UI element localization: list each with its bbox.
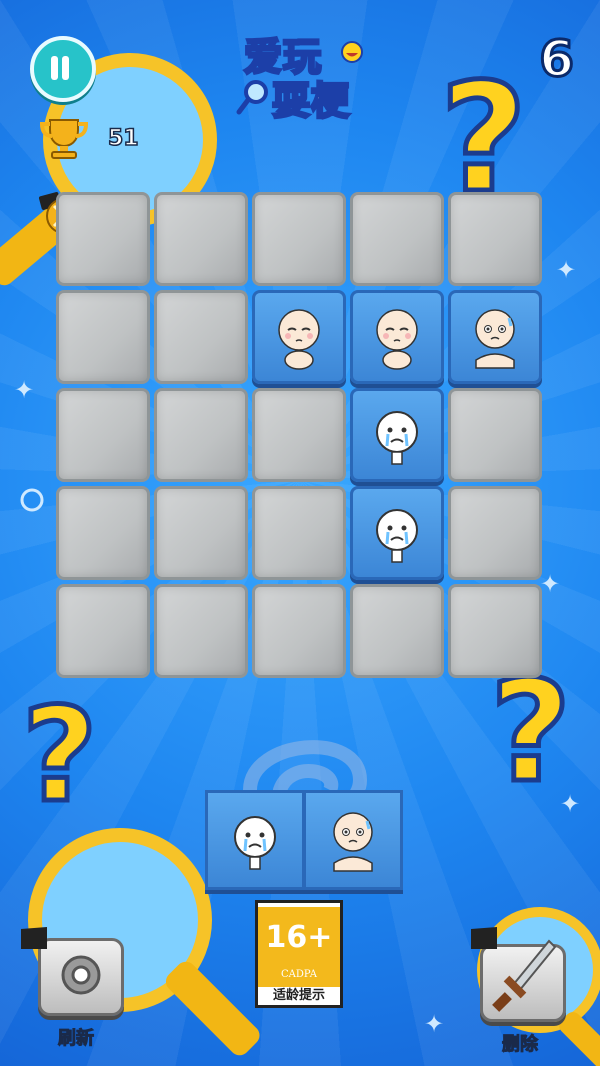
crying-face-icon — [376, 509, 418, 563]
clapperboard-icon — [21, 927, 47, 949]
board-stone-cell — [448, 584, 542, 678]
board-stone-cell — [350, 192, 444, 286]
board-tile-sad-shy[interactable] — [252, 290, 346, 384]
board-stone-cell — [154, 192, 248, 286]
selection-tray — [205, 790, 405, 890]
board-stone-cell — [56, 486, 150, 580]
gear-icon — [61, 955, 101, 995]
delete-button[interactable] — [471, 927, 566, 1022]
tray-tile-crying[interactable] — [205, 790, 305, 890]
board-tile-sad-shy[interactable] — [350, 290, 444, 384]
svg-text:?: ? — [22, 680, 97, 810]
sword-icon — [492, 939, 557, 1012]
trophy-icon — [39, 119, 89, 159]
worried-arms-crossed-face-icon — [333, 812, 373, 872]
age-rating-tip: 适龄提示 — [272, 988, 325, 1003]
board-stone-cell — [448, 192, 542, 286]
board-tile-worried-arms-crossed[interactable] — [448, 290, 542, 384]
board-stone-cell — [154, 290, 248, 384]
crying-face-icon — [376, 411, 418, 465]
board-tile-crying[interactable] — [350, 486, 444, 580]
age-rating-badge: 16+ CADPA 适龄提示 — [255, 900, 343, 1008]
sparkle-icon: ✦ — [560, 790, 581, 818]
pause-icon — [51, 56, 58, 80]
svg-text:?: ? — [440, 70, 527, 200]
logo-line2: 耍梗 — [270, 78, 351, 125]
refresh-button[interactable] — [21, 927, 124, 1016]
board-stone-cell — [252, 584, 346, 678]
level-number: 6 — [538, 29, 576, 90]
board-stone-cell — [350, 584, 444, 678]
board-stone-cell — [252, 486, 346, 580]
board-stone-cell — [448, 388, 542, 482]
score-stat: 51 — [38, 116, 139, 160]
sparkle-icon: ✦ — [424, 1010, 445, 1038]
sparkle-icon: ✦ — [556, 256, 577, 284]
sad-shy-face-icon — [278, 309, 320, 370]
board-stone-cell — [252, 192, 346, 286]
sad-shy-face-icon — [376, 309, 418, 370]
board-stone-cell — [56, 388, 150, 482]
board-stone-cell — [154, 486, 248, 580]
board-stone-cell — [56, 290, 150, 384]
score-value: 51 — [107, 125, 139, 152]
board-tile-crying[interactable] — [350, 388, 444, 482]
board-stone-cell — [252, 388, 346, 482]
board-stone-cell — [448, 486, 542, 580]
board-stone-cell — [56, 192, 150, 286]
tray-tile-worried[interactable] — [303, 790, 403, 890]
game-board — [56, 192, 546, 682]
delete-label: 删除 — [502, 1034, 539, 1056]
board-stone-cell — [154, 388, 248, 482]
question-mark-decoration-left: ? — [20, 680, 100, 810]
sparkle-icon: ✦ — [14, 376, 35, 404]
crying-face-icon — [234, 816, 276, 870]
game-logo: 爱玩 耍梗 — [236, 26, 366, 125]
magnifier-icon — [236, 80, 268, 115]
worried-arms-crossed-face-icon — [475, 309, 515, 369]
board-stone-cell — [154, 584, 248, 678]
ring-decoration — [20, 488, 44, 512]
pause-button[interactable] — [30, 36, 96, 102]
age-rating-number: 16+ — [258, 907, 340, 969]
question-mark-decoration-top: ? — [438, 70, 530, 200]
laughing-emoji-icon — [341, 41, 363, 63]
board-stone-cell — [56, 584, 150, 678]
refresh-label: 刷新 — [58, 1028, 95, 1050]
